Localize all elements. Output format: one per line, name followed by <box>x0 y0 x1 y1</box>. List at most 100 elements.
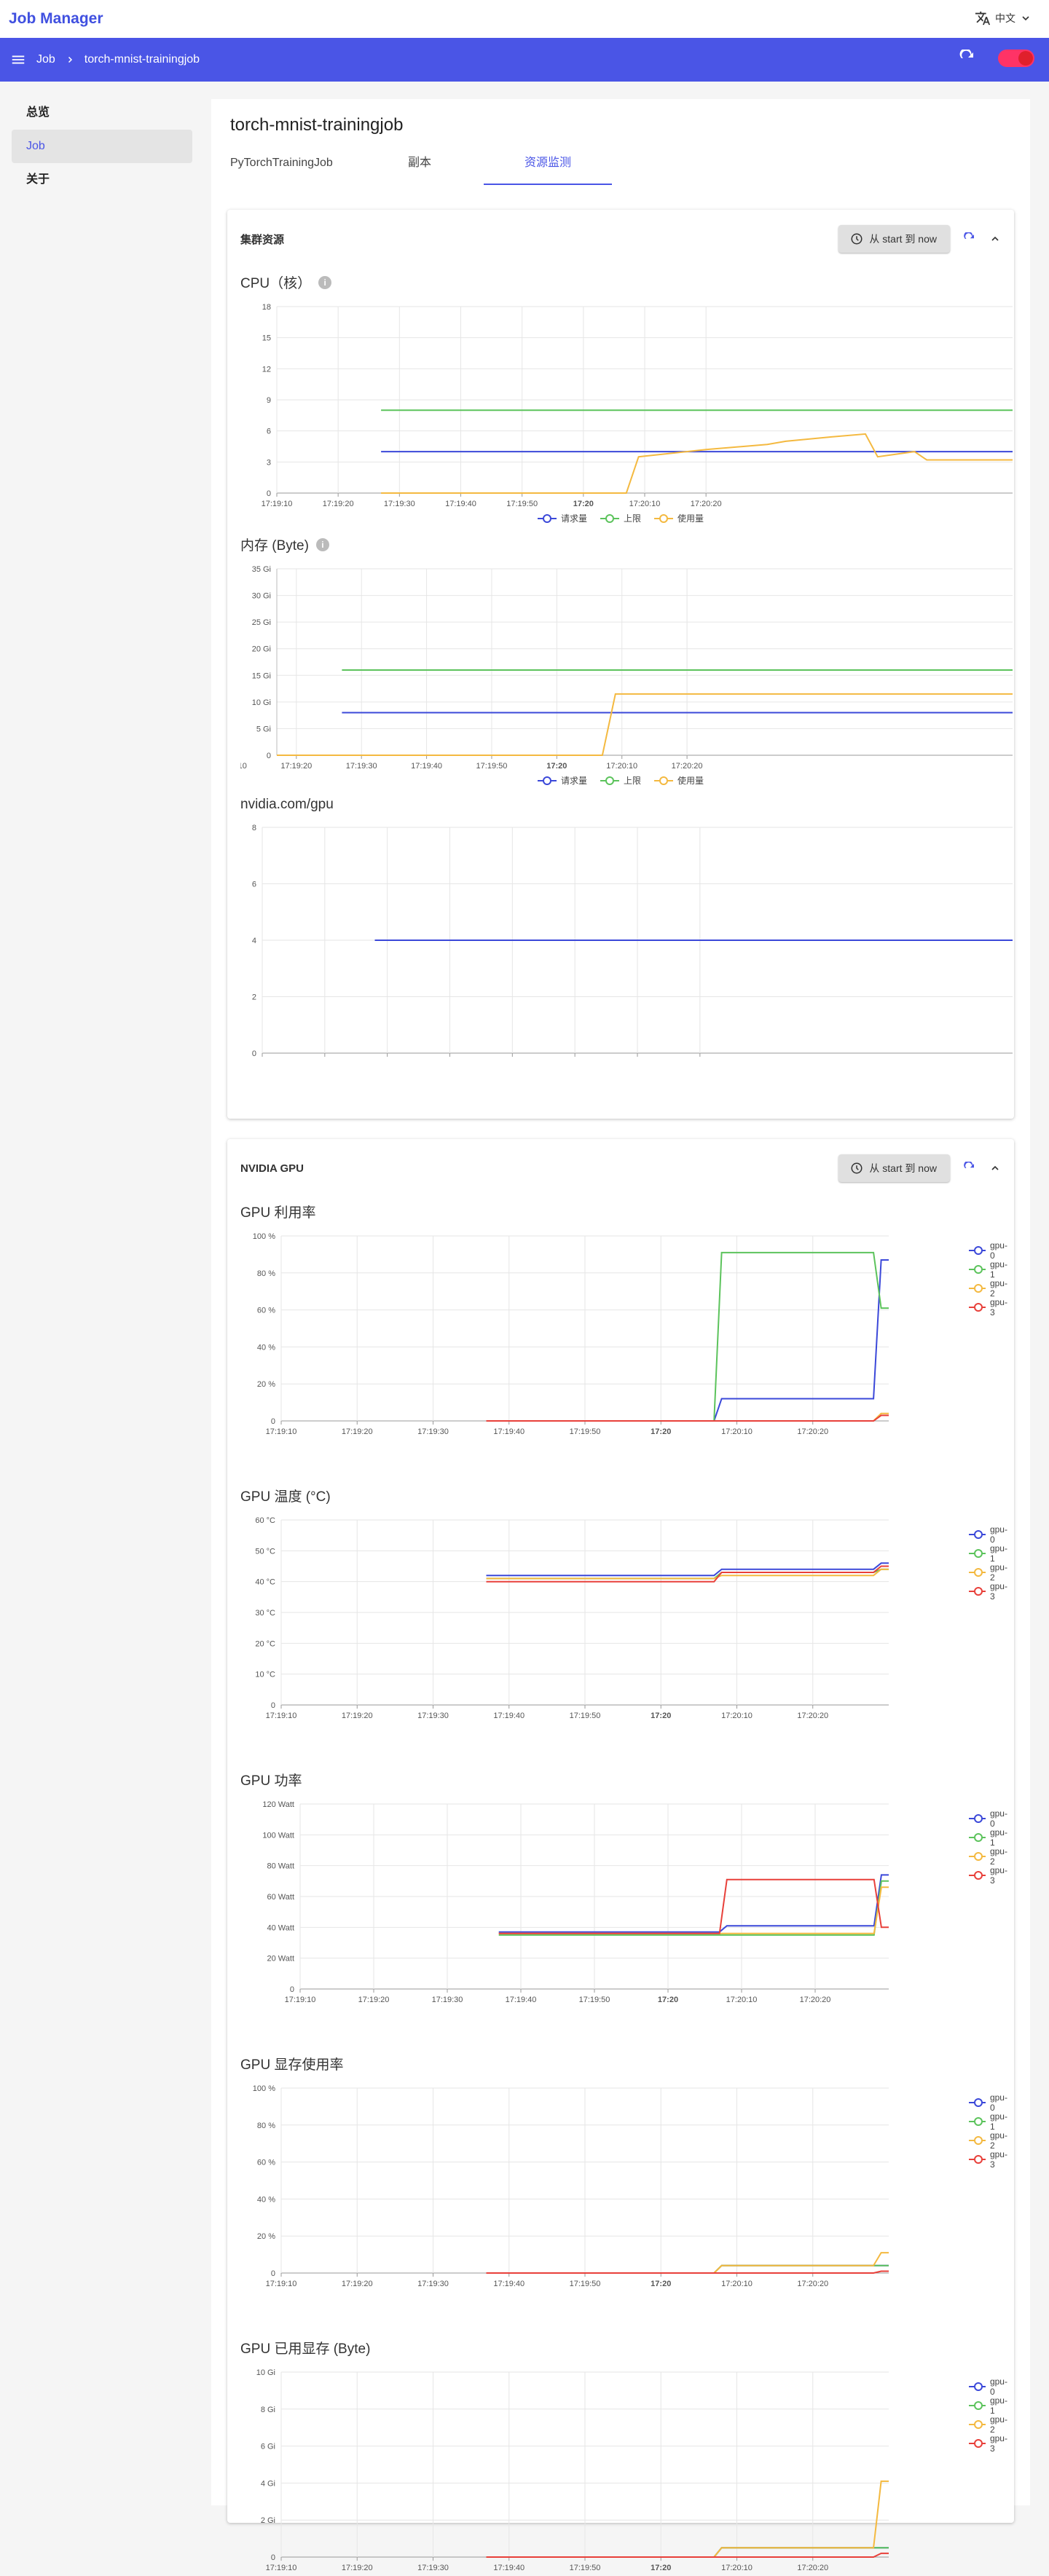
legend-item[interactable]: gpu-2 <box>969 2414 1010 2435</box>
language-selector[interactable]: 中文 <box>975 10 1032 26</box>
sidebar-item-job[interactable]: Job <box>12 130 192 163</box>
y-tick-label: 50 °C <box>255 1547 275 1556</box>
x-tick-label: 17:19:10 <box>240 762 247 771</box>
series-line <box>486 2552 889 2558</box>
collapse-icon[interactable] <box>989 1162 1001 1174</box>
x-tick-label: 17:19:20 <box>280 762 312 771</box>
legend-item[interactable]: 请求量 <box>537 512 587 524</box>
y-tick-label: 120 Watt <box>262 1800 294 1809</box>
x-tick-label: 17:20 <box>651 2564 671 2572</box>
legend-item[interactable]: gpu-2 <box>969 1562 1010 1583</box>
series-line <box>498 1880 889 1936</box>
x-tick-label: 17:19:50 <box>570 1427 601 1436</box>
time-range-button[interactable]: 从 start 到 now <box>838 225 950 253</box>
legend-item[interactable]: gpu-1 <box>969 1827 1010 1848</box>
y-tick-label: 6 Gi <box>261 2443 275 2451</box>
tab-resource-monitor[interactable]: 资源监测 <box>484 154 612 185</box>
refresh-icon[interactable] <box>963 232 976 245</box>
chart-title: GPU 显存使用率 <box>240 2057 344 2073</box>
y-tick-label: 3 <box>267 458 271 467</box>
info-icon[interactable]: i <box>315 537 329 551</box>
legend-item[interactable]: gpu-0 <box>969 1524 1010 1545</box>
tab-pytorchtrainingjob[interactable]: PyTorchTrainingJob <box>227 154 355 185</box>
x-tick-label: 17:19:50 <box>570 1712 601 1720</box>
y-tick-label: 10 Gi <box>256 2368 275 2377</box>
x-tick-label: 17:20 <box>651 2280 671 2288</box>
x-tick-label: 17:20 <box>651 1712 671 1720</box>
breadcrumb-job[interactable]: Job <box>36 53 55 66</box>
y-tick-label: 20 % <box>257 1380 275 1389</box>
legend-item[interactable]: gpu-2 <box>969 2130 1010 2151</box>
legend-item[interactable]: gpu-3 <box>969 1297 1010 1317</box>
x-tick-label: 17:19:10 <box>266 2280 297 2288</box>
info-icon[interactable]: i <box>318 275 332 289</box>
x-tick-label: 17:19:50 <box>506 500 538 508</box>
y-tick-label: 100 % <box>253 1232 275 1241</box>
legend-item[interactable]: 使用量 <box>654 774 704 787</box>
legend-marker-icon <box>969 2439 986 2448</box>
legend-item[interactable]: gpu-0 <box>969 1240 1010 1261</box>
legend-item[interactable]: gpu-1 <box>969 2395 1010 2416</box>
chevron-down-icon <box>1020 12 1032 24</box>
legend-item[interactable]: gpu-2 <box>969 1278 1010 1299</box>
gpu-power-block: GPU 功率 0 20 Watt 40 Watt 60 Watt 80 Watt 100 … <box>240 1770 1007 2049</box>
sidebar-item-about[interactable]: 关于 <box>12 163 192 197</box>
legend-item[interactable]: gpu-3 <box>969 2149 1010 2170</box>
tab-replicas[interactable]: 副本 <box>355 154 484 185</box>
time-range-button[interactable]: 从 start 到 now <box>838 1154 950 1182</box>
y-tick-label: 60 % <box>257 1307 275 1315</box>
legend-item[interactable]: gpu-0 <box>969 1808 1010 1829</box>
cpu-chart: 0 3 6 9 12 15 18 17:19:10 17:19:20 17:19:30 17:19:… <box>262 303 1013 508</box>
legend-item[interactable]: gpu-0 <box>969 2092 1010 2113</box>
x-tick-label: 17:19:50 <box>579 1996 610 2004</box>
collapse-icon[interactable] <box>989 233 1001 245</box>
legend-item[interactable]: 请求量 <box>537 774 587 787</box>
theme-toggle[interactable] <box>998 50 1034 67</box>
gpu-count-chart: 0246817:19:1017:19:2017:19:3017:19:4017:… <box>247 824 1013 1060</box>
legend-item[interactable]: 上限 <box>600 774 641 787</box>
x-tick-label: 17:20 <box>651 1427 671 1436</box>
menu-icon[interactable] <box>10 52 26 68</box>
legend-marker-icon <box>969 1549 986 1558</box>
chart-title: GPU 功率 <box>240 1773 302 1789</box>
legend-item[interactable]: gpu-1 <box>969 1259 1010 1280</box>
x-tick-label: 17:19:40 <box>506 1996 537 2004</box>
legend-label: gpu-1 <box>989 2111 1007 2132</box>
series-line <box>486 1565 889 1583</box>
legend-label: gpu-1 <box>989 1543 1007 1564</box>
gpu-count-chart-block: nvidia.com/gpu 0246817:19:1017:19:2017:1… <box>240 797 1013 1060</box>
x-tick-label: 17:20:20 <box>797 2280 828 2288</box>
legend-item[interactable]: gpu-3 <box>969 2433 1010 2454</box>
y-tick-label: 0 <box>267 489 271 498</box>
legend-item[interactable]: gpu-3 <box>969 1581 1010 1602</box>
legend-item[interactable]: gpu-1 <box>969 1543 1010 1564</box>
y-tick-label: 8 Gi <box>261 2406 275 2414</box>
legend-label: gpu-3 <box>989 1297 1007 1317</box>
x-tick-label: 17:19:20 <box>342 1427 373 1436</box>
sidebar-item-overview[interactable]: 总览 <box>12 96 192 130</box>
y-tick-label: 4 Gi <box>261 2479 275 2488</box>
x-tick-label: 17:20 <box>546 762 567 771</box>
legend-item[interactable]: gpu-2 <box>969 1846 1010 1867</box>
card-title: NVIDIA GPU <box>240 1162 304 1175</box>
legend-label: 请求量 <box>560 776 587 786</box>
chart-legend: gpu-0 gpu-1 gpu-2 gpu-3 <box>969 1524 1010 1602</box>
gpu-temperature-chart: 0 10 °C 20 °C 30 °C 40 °C 50 °C 60 °C 17:19:10 1… <box>255 1516 889 1720</box>
legend-item[interactable]: gpu-0 <box>969 2376 1010 2397</box>
legend-item[interactable]: gpu-3 <box>969 1865 1010 1886</box>
legend-item[interactable]: gpu-1 <box>969 2111 1010 2132</box>
y-tick-label: 0 <box>271 1417 275 1426</box>
refresh-icon[interactable] <box>963 1162 976 1175</box>
legend-label: gpu-0 <box>989 2376 1007 2397</box>
y-tick-label: 0 <box>271 2269 275 2278</box>
legend-label: gpu-1 <box>989 1827 1007 1848</box>
legend-marker-icon <box>969 1852 986 1861</box>
legend-item[interactable]: 使用量 <box>654 512 704 524</box>
y-tick-label: 0 <box>267 752 271 760</box>
series-line <box>498 1886 889 1934</box>
legend-item[interactable]: 上限 <box>600 512 641 524</box>
refresh-icon[interactable] <box>959 50 976 67</box>
x-tick-label: 17:19:20 <box>323 500 354 508</box>
y-tick-label: 60 °C <box>255 1516 275 1525</box>
app-title[interactable]: Job Manager <box>9 10 103 28</box>
